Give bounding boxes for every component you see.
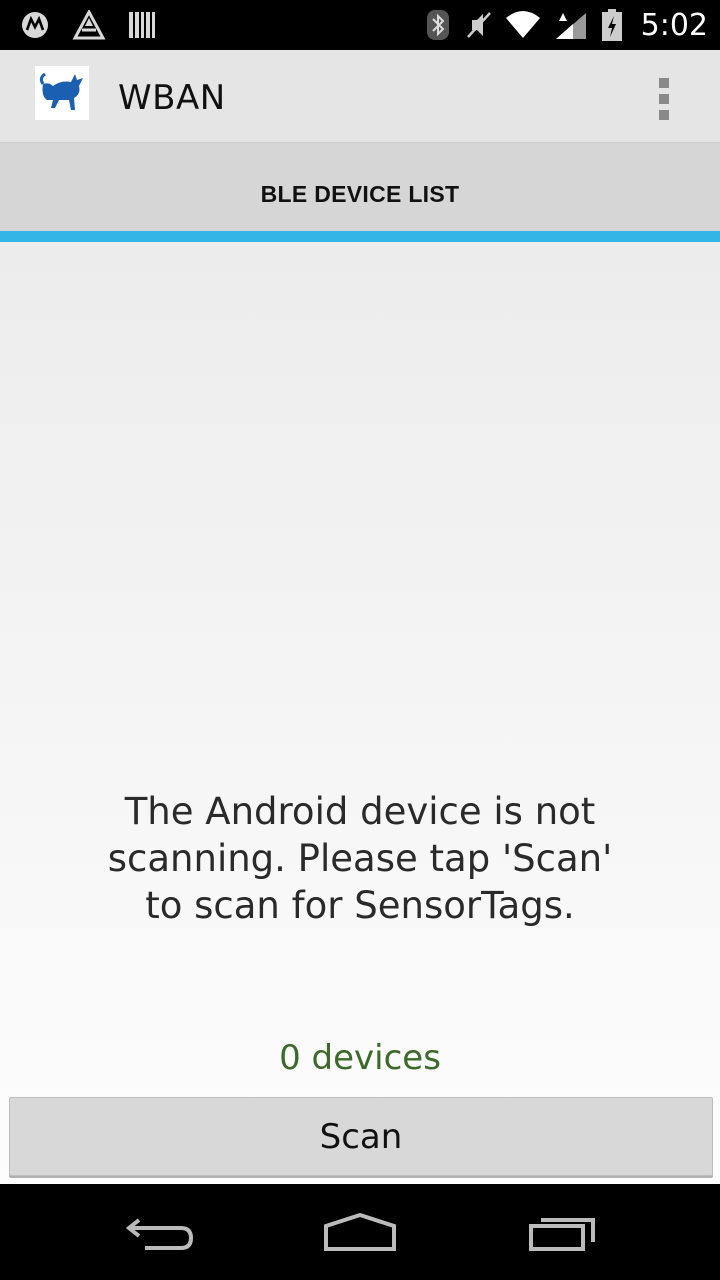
scan-status-message: The Android device is not scanning. Plea… bbox=[107, 790, 613, 927]
scan-button[interactable]: Scan bbox=[9, 1097, 713, 1176]
cat-logo-icon[interactable] bbox=[35, 66, 89, 120]
app-title: WBAN bbox=[118, 78, 226, 118]
tab-ble-device-list[interactable]: BLE DEVICE LIST bbox=[0, 181, 720, 208]
home-icon[interactable] bbox=[315, 1202, 405, 1262]
recents-icon[interactable] bbox=[518, 1202, 608, 1262]
system-icons: 5:02 bbox=[425, 0, 708, 50]
wifi-icon bbox=[505, 10, 541, 40]
device-count: 0 devices bbox=[279, 1038, 441, 1078]
overflow-dot bbox=[659, 78, 669, 88]
tab-strip: BLE DEVICE LIST bbox=[0, 142, 720, 243]
status-time: 5:02 bbox=[640, 7, 708, 43]
back-icon[interactable] bbox=[115, 1202, 205, 1262]
signal-icon bbox=[553, 9, 589, 41]
action-bar: WBAN bbox=[0, 50, 720, 142]
overflow-dot bbox=[659, 94, 669, 104]
motorola-icon bbox=[20, 10, 50, 40]
overflow-menu-icon[interactable] bbox=[640, 72, 688, 126]
notification-icons bbox=[20, 8, 156, 42]
device-list-content: The Android device is not scanning. Plea… bbox=[0, 242, 720, 1184]
status-bar: 5:02 bbox=[0, 0, 720, 50]
navigation-bar bbox=[0, 1184, 720, 1280]
bluetooth-icon bbox=[425, 9, 451, 41]
drive-icon bbox=[72, 10, 106, 40]
barcode-icon bbox=[128, 10, 156, 40]
overflow-dot bbox=[659, 110, 669, 120]
battery-icon bbox=[601, 8, 623, 42]
mute-icon bbox=[463, 9, 493, 41]
